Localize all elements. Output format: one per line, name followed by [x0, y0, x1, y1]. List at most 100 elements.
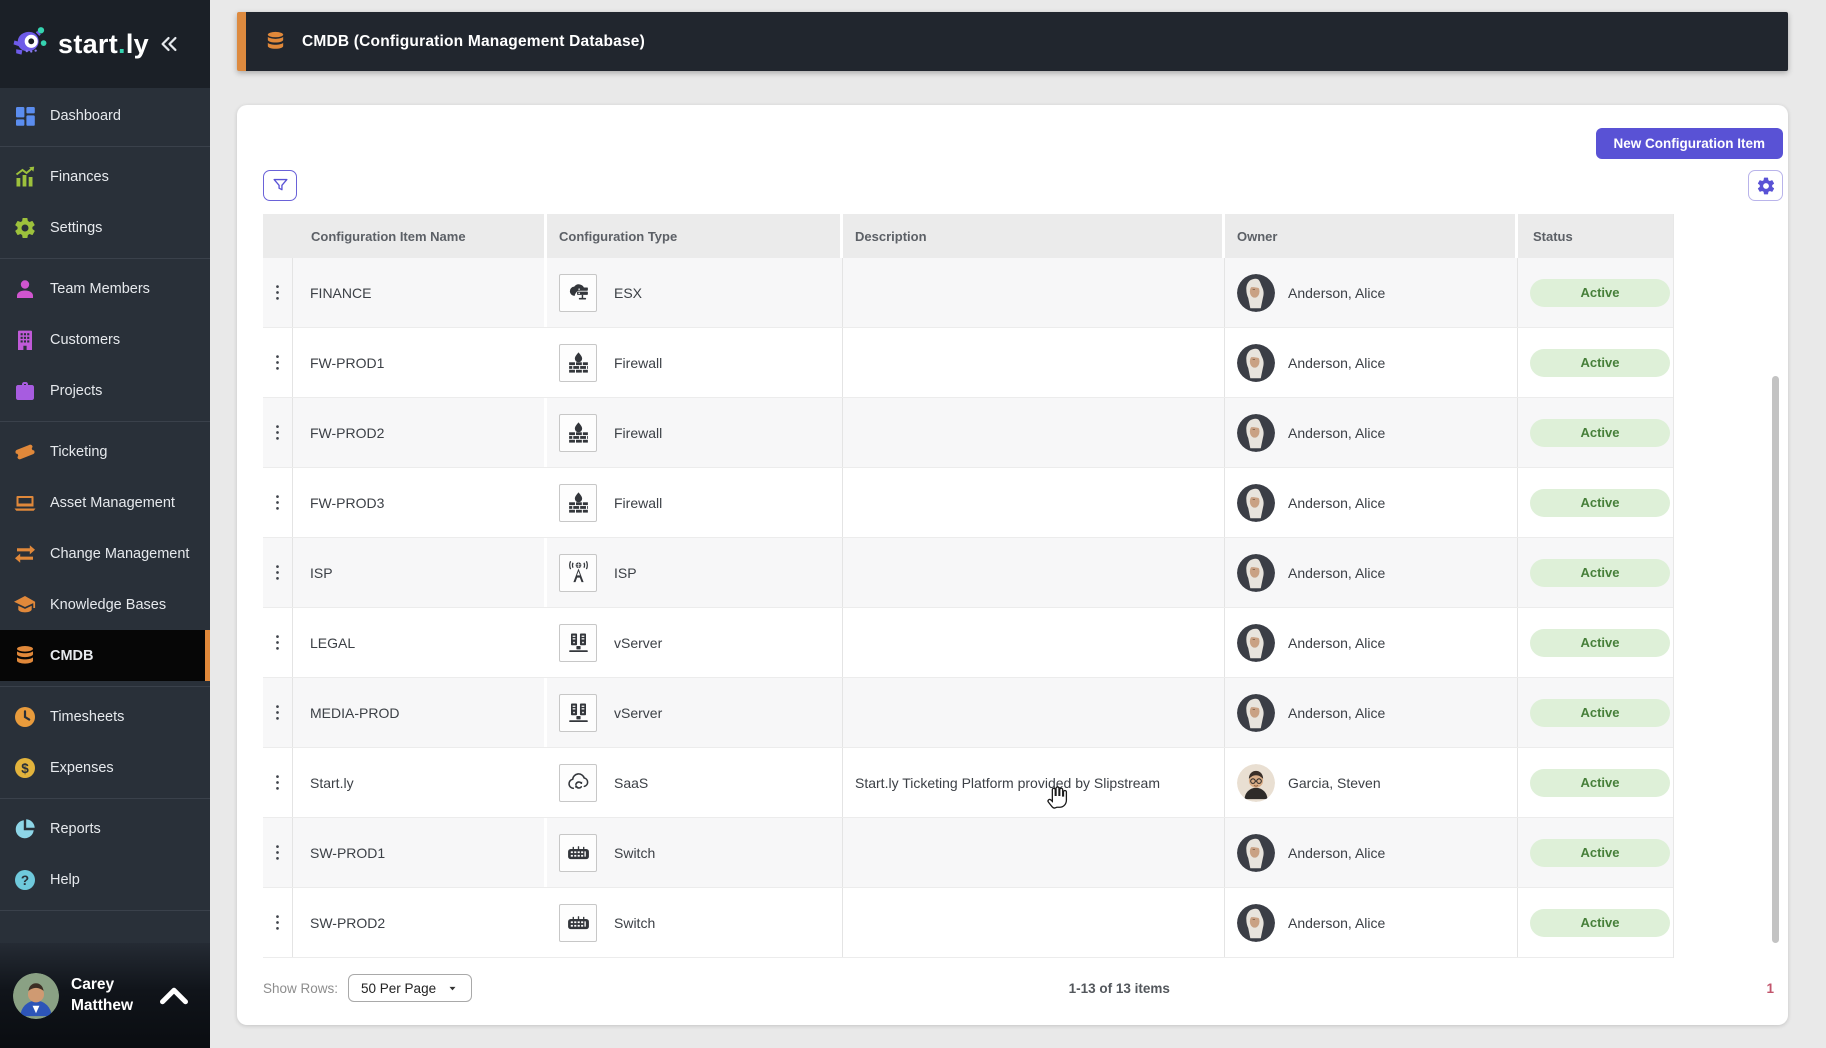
- sidebar-item-label: Change Management: [50, 545, 190, 562]
- sidebar-item-customers[interactable]: Customers: [0, 314, 210, 365]
- row-actions-menu[interactable]: [263, 398, 293, 467]
- vserver-icon: [566, 700, 591, 725]
- row-actions-menu[interactable]: [263, 328, 293, 397]
- sidebar-item-dashboard[interactable]: Dashboard: [0, 90, 210, 141]
- user-menu[interactable]: Carey Matthew: [0, 943, 210, 1048]
- owner-avatar: [1237, 553, 1275, 592]
- type-icon-box: [559, 763, 597, 802]
- table-row-fw-prod3[interactable]: FW-PROD3 Firewall Anderson, Alice Active: [263, 468, 1673, 538]
- table-vertical-scrollbar[interactable]: [1772, 376, 1779, 943]
- owner-name: Anderson, Alice: [1288, 844, 1386, 861]
- pagination-bar: Show Rows: 50 Per Page 1-13 of 13 items …: [263, 971, 1774, 1005]
- table-row-media-prod[interactable]: MEDIA-PROD vServer Anderson, Alice Active: [263, 678, 1673, 748]
- configuration-type-label: vServer: [614, 634, 663, 651]
- kebab-menu-icon: [268, 633, 287, 652]
- sidebar-item-label: Team Members: [50, 280, 150, 297]
- table-row-sw-prod2[interactable]: SW-PROD2 Switch Anderson, Alice Active: [263, 888, 1673, 958]
- column-header-status[interactable]: Status: [1518, 214, 1673, 258]
- table-settings-button[interactable]: [1748, 170, 1783, 201]
- table-row-sw-prod1[interactable]: SW-PROD1 Switch Anderson, Alice Active: [263, 818, 1673, 888]
- sidebar-item-help[interactable]: ? Help: [0, 854, 210, 905]
- sidebar-item-label: Finances: [50, 168, 109, 185]
- new-configuration-item-button[interactable]: New Configuration Item: [1595, 128, 1783, 159]
- table-row-legal[interactable]: LEGAL vServer Anderson, Alice Active: [263, 608, 1673, 678]
- column-header-configuration-item-name[interactable]: Configuration Item Name: [263, 214, 547, 258]
- row-actions-menu[interactable]: [263, 678, 293, 747]
- cell-owner: Anderson, Alice: [1225, 888, 1518, 957]
- sidebar-item-ticketing[interactable]: Ticketing: [0, 426, 210, 477]
- type-icon-box: [559, 273, 597, 312]
- sidebar-item-settings[interactable]: Settings: [0, 202, 210, 253]
- graduation-cap-icon: [13, 593, 37, 617]
- dollar-circle-icon: $: [13, 756, 37, 780]
- content-card: New Configuration Item Configuration Ite…: [237, 105, 1788, 1025]
- clock-icon: [13, 705, 37, 729]
- configuration-type-label: vServer: [614, 704, 663, 721]
- type-icon-box: [559, 413, 597, 452]
- column-header-description[interactable]: Description: [843, 214, 1225, 258]
- user-name: Carey Matthew: [71, 975, 139, 1015]
- configuration-type-label: SaaS: [614, 774, 649, 791]
- row-actions-menu[interactable]: [263, 468, 293, 537]
- description-text: Start.ly Ticketing Platform provided by …: [855, 774, 1161, 791]
- sidebar-divider: [0, 797, 210, 799]
- sidebar-item-cmdb[interactable]: CMDB: [0, 630, 210, 681]
- sidebar-collapse-icon[interactable]: [158, 33, 180, 55]
- sidebar-item-knowledge-bases[interactable]: Knowledge Bases: [0, 579, 210, 630]
- table-body: FINANCE ESX Anderson, Alice Active FW-PROD1 F…: [263, 258, 1673, 958]
- owner-avatar: [1237, 623, 1275, 662]
- sidebar-divider: [0, 257, 210, 259]
- sidebar-item-timesheets[interactable]: Timesheets: [0, 691, 210, 742]
- row-actions-menu[interactable]: [263, 258, 293, 327]
- table-row-fw-prod1[interactable]: FW-PROD1 Firewall Anderson, Alice Active: [263, 328, 1673, 398]
- table-row-fw-prod2[interactable]: FW-PROD2 Firewall Anderson, Alice Active: [263, 398, 1673, 468]
- table-row-finance[interactable]: FINANCE ESX Anderson, Alice Active: [263, 258, 1673, 328]
- type-icon-box: [559, 903, 597, 942]
- sidebar-item-team-members[interactable]: Team Members: [0, 263, 210, 314]
- row-actions-menu[interactable]: [263, 888, 293, 957]
- status-badge: Active: [1530, 908, 1670, 937]
- sidebar-item-change-management[interactable]: Change Management: [0, 528, 210, 579]
- cell-configuration-item-name: LEGAL: [293, 608, 547, 677]
- sidebar-item-label: Customers: [50, 331, 121, 348]
- row-actions-menu[interactable]: [263, 818, 293, 887]
- cell-status: Active: [1518, 818, 1673, 887]
- cell-configuration-type: Switch: [547, 888, 843, 957]
- owner-name: Anderson, Alice: [1288, 354, 1386, 371]
- cell-owner: Anderson, Alice: [1225, 258, 1518, 327]
- page-header-bar: CMDB (Configuration Management Database): [237, 12, 1788, 71]
- column-header-configuration-type[interactable]: Configuration Type: [547, 214, 843, 258]
- kebab-menu-icon: [268, 703, 287, 722]
- cell-configuration-item-name: ISP: [293, 538, 547, 607]
- sidebar-item-asset-management[interactable]: Asset Management: [0, 477, 210, 528]
- rows-per-page-select[interactable]: 50 Per Page: [348, 974, 473, 1002]
- sidebar-item-reports[interactable]: Reports: [0, 803, 210, 854]
- row-actions-menu[interactable]: [263, 538, 293, 607]
- sidebar-item-projects[interactable]: Projects: [0, 365, 210, 416]
- pagination-page-number[interactable]: 1: [1766, 981, 1774, 996]
- logo-text: start.ly: [58, 28, 149, 59]
- status-badge: Active: [1530, 278, 1670, 307]
- sidebar-item-label: Projects: [50, 382, 103, 399]
- type-icon-box: [559, 553, 597, 592]
- sidebar-item-expenses[interactable]: $ Expenses: [0, 742, 210, 793]
- row-actions-menu[interactable]: [263, 608, 293, 677]
- owner-name: Anderson, Alice: [1288, 564, 1386, 581]
- kebab-menu-icon: [268, 423, 287, 442]
- filter-button[interactable]: [263, 170, 297, 201]
- sidebar-item-finances[interactable]: Finances: [0, 151, 210, 202]
- cell-configuration-item-name: FINANCE: [293, 258, 547, 327]
- column-header-owner[interactable]: Owner: [1225, 214, 1518, 258]
- configuration-type-label: Firewall: [614, 494, 663, 511]
- table-row-isp[interactable]: ISP ISP Anderson, Alice Active: [263, 538, 1673, 608]
- app-root: { "sidebar": { "logo_text": "start.ly", …: [0, 0, 1826, 1048]
- owner-avatar: [1237, 483, 1275, 522]
- cell-status: Active: [1518, 328, 1673, 397]
- rows-per-page-value: 50 Per Page: [361, 980, 437, 996]
- configuration-type-label: Switch: [614, 914, 656, 931]
- sidebar-item-label: Timesheets: [50, 708, 125, 725]
- row-actions-menu[interactable]: [263, 748, 293, 817]
- table-row-start-ly[interactable]: Start.ly SaaS Start.ly Ticketing Platform …: [263, 748, 1673, 818]
- cell-description: [843, 258, 1225, 327]
- type-icon-box: [559, 343, 597, 382]
